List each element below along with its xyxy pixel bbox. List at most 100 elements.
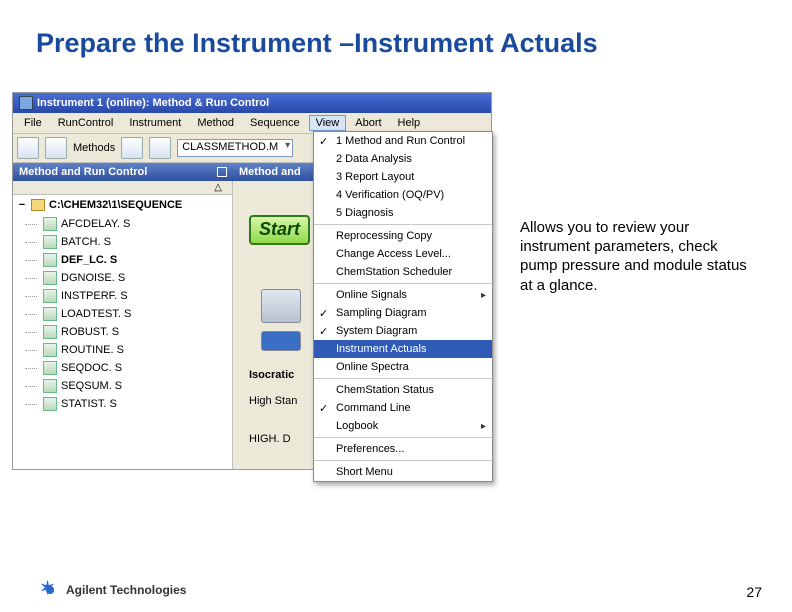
sequence-file-icon bbox=[43, 217, 57, 231]
view-menu-item[interactable]: ChemStation Scheduler bbox=[314, 263, 492, 281]
menu-sequence[interactable]: Sequence bbox=[243, 115, 307, 131]
menu-item-label: ChemStation Scheduler bbox=[336, 266, 452, 278]
menu-item-label: Sampling Diagram bbox=[336, 307, 426, 319]
menu-item-label: ChemStation Status bbox=[336, 384, 434, 396]
high-d-label: HIGH. D bbox=[249, 433, 291, 445]
tree-item-label: INSTPERF. S bbox=[61, 290, 128, 302]
view-menu-item[interactable]: Preferences... bbox=[314, 437, 492, 458]
subbar-left: Method and Run Control bbox=[13, 163, 233, 181]
view-menu-item[interactable]: Change Access Level... bbox=[314, 245, 492, 263]
method-combo[interactable]: CLASSMETHOD.M bbox=[177, 139, 293, 157]
menu-item-label: Command Line bbox=[336, 402, 411, 414]
subbar-left-label: Method and Run Control bbox=[19, 166, 147, 178]
menu-item-label: Instrument Actuals bbox=[336, 343, 427, 355]
menu-item-label: 4 Verification (OQ/PV) bbox=[336, 189, 444, 201]
sequence-file-icon bbox=[43, 361, 57, 375]
methods-label: Methods bbox=[73, 142, 115, 154]
tree-item-label: DGNOISE. S bbox=[61, 272, 125, 284]
view-menu-item[interactable]: 4 Verification (OQ/PV) bbox=[314, 186, 492, 204]
tree-item-label: LOADTEST. S bbox=[61, 308, 131, 320]
tree-item[interactable]: STATIST. S bbox=[13, 395, 232, 413]
menu-item-label: 5 Diagnosis bbox=[336, 207, 393, 219]
subbar-mid-label: Method and bbox=[239, 166, 301, 178]
tree-item-label: ROBUST. S bbox=[61, 326, 119, 338]
slide-title: Prepare the Instrument –Instrument Actua… bbox=[0, 0, 792, 59]
tree-root-path: C:\CHEM32\1\SEQUENCE bbox=[49, 199, 182, 211]
view-menu-item[interactable]: Short Menu bbox=[314, 460, 492, 481]
sequence-tree: △ − C:\CHEM32\1\SEQUENCE AFCDELAY. S BAT… bbox=[13, 181, 233, 469]
sequence-file-icon bbox=[43, 397, 57, 411]
menu-item-label: 3 Report Layout bbox=[336, 171, 414, 183]
start-button[interactable]: Start bbox=[249, 215, 310, 245]
module-icon[interactable] bbox=[261, 331, 301, 351]
menu-item-label: Short Menu bbox=[336, 466, 393, 478]
tree-item-label: ROUTINE. S bbox=[61, 344, 124, 356]
view-menu-item[interactable]: Online Spectra bbox=[314, 358, 492, 376]
menu-item-label: Reprocessing Copy bbox=[336, 230, 432, 242]
tree-item[interactable]: SEQSUM. S bbox=[13, 377, 232, 395]
tree-item[interactable]: DEF_LC. S bbox=[13, 251, 232, 269]
tree-item[interactable]: LOADTEST. S bbox=[13, 305, 232, 323]
view-menu-item[interactable]: ✓ Command Line bbox=[314, 399, 492, 417]
tree-item[interactable]: BATCH. S bbox=[13, 233, 232, 251]
view-menu-item[interactable]: Reprocessing Copy bbox=[314, 224, 492, 245]
view-menu-item[interactable]: ChemStation Status bbox=[314, 378, 492, 399]
view-menu-item[interactable]: 5 Diagnosis bbox=[314, 204, 492, 222]
menu-instrument[interactable]: Instrument bbox=[122, 115, 188, 131]
toolbar-icon[interactable] bbox=[17, 137, 39, 159]
sequence-file-icon bbox=[43, 379, 57, 393]
tree-item-label: STATIST. S bbox=[61, 398, 117, 410]
view-menu-item[interactable]: ✓Sampling Diagram bbox=[314, 304, 492, 322]
menu-item-label: System Diagram bbox=[336, 325, 417, 337]
menu-item-label: Logbook bbox=[336, 420, 378, 432]
view-menu-item[interactable]: Instrument Actuals bbox=[314, 340, 492, 358]
tree-item[interactable]: ROBUST. S bbox=[13, 323, 232, 341]
sequence-file-icon bbox=[43, 307, 57, 321]
check-icon: ✓ bbox=[319, 135, 328, 148]
menu-item-label: 2 Data Analysis bbox=[336, 153, 412, 165]
sequence-file-icon bbox=[43, 343, 57, 357]
menu-view[interactable]: View bbox=[309, 115, 347, 131]
toolbar-icon[interactable] bbox=[149, 137, 171, 159]
menu-method[interactable]: Method bbox=[190, 115, 241, 131]
sequence-file-icon bbox=[43, 325, 57, 339]
menu-help[interactable]: Help bbox=[391, 115, 428, 131]
view-menu-item[interactable]: 3 Report Layout bbox=[314, 168, 492, 186]
pin-icon[interactable] bbox=[217, 167, 227, 177]
view-menu-item[interactable]: Online Signals bbox=[314, 283, 492, 304]
folder-icon bbox=[31, 199, 45, 211]
view-menu-item[interactable]: ✓1 Method and Run Control bbox=[314, 132, 492, 150]
tree-item[interactable]: INSTPERF. S bbox=[13, 287, 232, 305]
sequence-file-icon bbox=[43, 271, 57, 285]
tree-header: △ bbox=[13, 181, 232, 195]
explain-text: Allows you to review your instrument par… bbox=[520, 218, 750, 295]
tree-item-label: DEF_LC. S bbox=[61, 254, 117, 266]
check-icon: ✓ bbox=[319, 402, 328, 415]
menu-item-label: Online Spectra bbox=[336, 361, 409, 373]
tree-item[interactable]: AFCDELAY. S bbox=[13, 215, 232, 233]
window-title: Instrument 1 (online): Method & Run Cont… bbox=[37, 97, 269, 109]
brand-logo: Agilent Technologies bbox=[40, 580, 186, 600]
menu-runcontrol[interactable]: RunControl bbox=[51, 115, 121, 131]
app-icon bbox=[19, 96, 33, 110]
high-stan-label: High Stan bbox=[249, 395, 297, 407]
tree-item[interactable]: SEQDOC. S bbox=[13, 359, 232, 377]
view-menu-item[interactable]: Logbook bbox=[314, 417, 492, 435]
page-number: 27 bbox=[746, 584, 762, 600]
module-icon[interactable] bbox=[261, 289, 301, 323]
view-menu-item[interactable]: ✓System Diagram bbox=[314, 322, 492, 340]
tree-item-label: AFCDELAY. S bbox=[61, 218, 130, 230]
sequence-file-icon bbox=[43, 289, 57, 303]
view-menu-item[interactable]: 2 Data Analysis bbox=[314, 150, 492, 168]
tree-item-label: BATCH. S bbox=[61, 236, 111, 248]
sequence-file-icon bbox=[43, 253, 57, 267]
tree-item-label: SEQDOC. S bbox=[61, 362, 122, 374]
spark-icon bbox=[40, 580, 60, 600]
tree-root[interactable]: − C:\CHEM32\1\SEQUENCE bbox=[13, 195, 232, 215]
tree-item[interactable]: ROUTINE. S bbox=[13, 341, 232, 359]
menu-file[interactable]: File bbox=[17, 115, 49, 131]
toolbar-icon[interactable] bbox=[45, 137, 67, 159]
menu-abort[interactable]: Abort bbox=[348, 115, 388, 131]
toolbar-icon[interactable] bbox=[121, 137, 143, 159]
tree-item[interactable]: DGNOISE. S bbox=[13, 269, 232, 287]
